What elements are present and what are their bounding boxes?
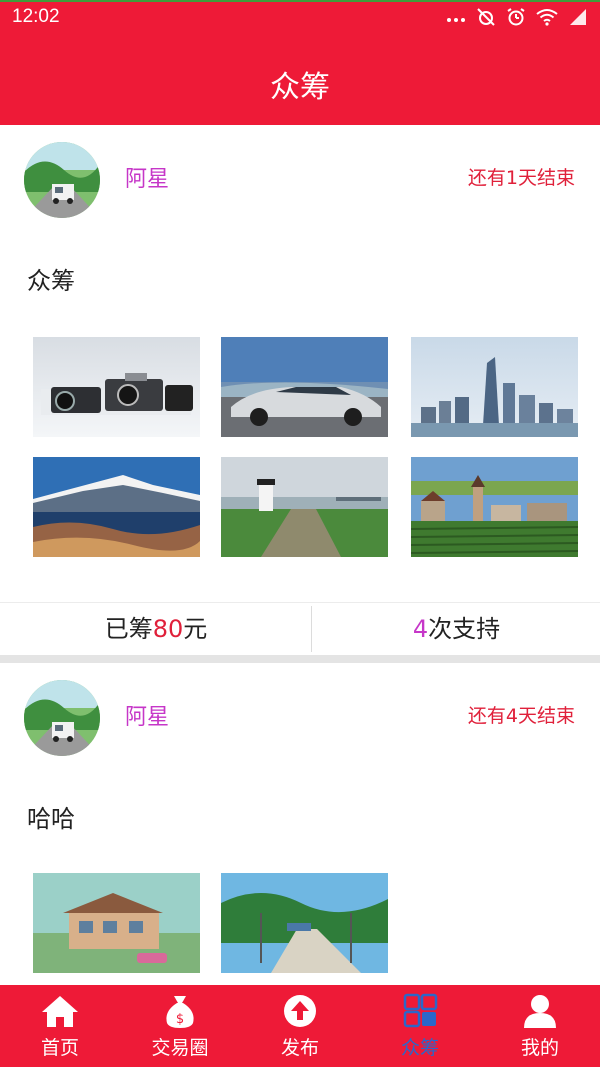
upload-icon (284, 995, 316, 1027)
support-label: 次支持 (428, 615, 501, 643)
raised-value: 80 (152, 615, 184, 643)
post-image-city-skyline[interactable] (411, 337, 578, 437)
avatar[interactable] (24, 680, 100, 756)
post-image-anime-street[interactable] (221, 873, 388, 973)
status-bar: 12:02 (0, 0, 600, 34)
post-content: 众筹 (27, 267, 75, 295)
grid-icon (403, 993, 438, 1028)
crowdfunding-card[interactable]: 阿星 还有1天结束 众筹 已筹80元 4次支持 (0, 125, 600, 655)
home-icon (42, 996, 78, 1027)
app-bar: 众筹 (0, 34, 600, 125)
post-image-snow-mountain-lake[interactable] (33, 457, 200, 557)
support-count: 4次支持 (313, 603, 600, 656)
raised-unit: 元 (183, 615, 208, 643)
post-image-old-town-vineyard[interactable] (411, 457, 578, 557)
raised-amount: 已筹80元 (0, 603, 312, 656)
alarm-clock-icon (506, 7, 526, 31)
post-content: 哈哈 (27, 805, 75, 833)
crowdfunding-card[interactable]: 阿星 还有4天结束 哈哈 (0, 663, 600, 985)
tab-crowdfunding[interactable]: 众筹 (360, 985, 480, 1067)
remaining-time: 还有1天结束 (467, 167, 575, 189)
signal-icon (568, 8, 588, 30)
tab-label: 我的 (520, 1037, 559, 1059)
author-name[interactable]: 阿星 (125, 699, 169, 731)
post-image-anime-house[interactable] (33, 873, 200, 973)
tab-label: 首页 (40, 1037, 79, 1059)
status-icons (446, 7, 588, 31)
wifi-icon (536, 8, 558, 30)
tab-home[interactable]: 首页 (0, 985, 120, 1067)
raised-label: 已筹 (104, 615, 153, 643)
tab-publish[interactable]: 发布 (240, 985, 360, 1067)
page-title: 众筹 (270, 70, 330, 105)
user-icon (524, 995, 556, 1028)
remaining-time: 还有4天结束 (467, 705, 575, 727)
status-accent-line (0, 0, 600, 2)
alarm-off-icon (476, 7, 496, 31)
tab-label: 交易圈 (151, 1037, 209, 1059)
support-value: 4 (412, 615, 429, 643)
crowdfunding-feed[interactable]: 阿星 还有1天结束 众筹 已筹80元 4次支持 阿星 还有4天结束 哈哈 (0, 125, 600, 985)
stats-divider (311, 606, 312, 652)
author-name[interactable]: 阿星 (125, 161, 169, 193)
money-bag-icon: $ (166, 996, 194, 1028)
post-image-silver-car[interactable] (221, 337, 388, 437)
post-image-lighthouse-coast[interactable] (221, 457, 388, 557)
more-dots-icon (446, 9, 466, 29)
post-image-cameras[interactable] (33, 337, 200, 437)
avatar[interactable] (24, 142, 100, 218)
card-separator (0, 655, 600, 663)
tab-label: 发布 (280, 1037, 319, 1059)
svg-text:$: $ (176, 1012, 184, 1027)
tab-label: 众筹 (400, 1037, 439, 1059)
funding-stats: 已筹80元 4次支持 (0, 602, 600, 656)
status-time: 12:02 (12, 6, 60, 27)
bottom-tab-bar: 首页 $ 交易圈 发布 众筹 我的 (0, 985, 600, 1067)
tab-mine[interactable]: 我的 (480, 985, 600, 1067)
tab-trade-circle[interactable]: $ 交易圈 (120, 985, 240, 1067)
